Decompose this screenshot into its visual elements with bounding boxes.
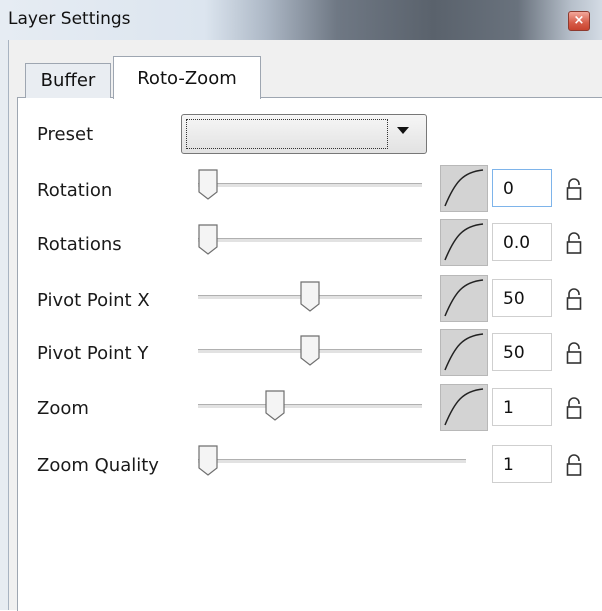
zoom-curve-icon[interactable] [440,384,488,431]
title-bar[interactable]: Layer Settings × [0,0,602,40]
preset-dropdown[interactable] [181,114,427,154]
zoom-quality-slider-thumb[interactable] [198,445,218,476]
pivot-point-x-slider-thumb[interactable] [300,281,320,312]
zoom-quality-value-field[interactable]: 1 [492,445,552,483]
rotations-label: Rotations [37,234,122,255]
window-title: Layer Settings [8,9,131,29]
value-curve-icon [444,223,484,261]
pivot-point-x-label: Pivot Point X [37,290,150,311]
value-curve-icon [444,169,484,207]
chevron-down-icon [397,127,409,134]
zoom-quality-label: Zoom Quality [37,455,159,476]
zoom-quality-lock-icon[interactable] [566,454,582,478]
preset-label: Preset [37,124,94,145]
rotation-slider-track[interactable] [198,183,422,188]
zoom-lock-icon[interactable] [566,397,582,421]
rotations-value-field[interactable]: 0.0 [492,223,552,261]
preset-selected-value [186,119,388,149]
rotation-value-field[interactable]: 0 [492,169,552,207]
rotation-slider-thumb[interactable] [198,169,218,200]
pivot-point-y-slider-thumb[interactable] [300,335,320,366]
zoom-slider-track[interactable] [198,404,422,409]
pivot-point-y-lock-icon[interactable] [566,342,582,366]
pivot-point-x-curve-icon[interactable] [440,275,488,322]
layer-settings-window: Layer Settings × Buffer Roto-Zoom Preset… [0,0,602,611]
pivot-point-y-value-field[interactable]: 50 [492,333,552,371]
rotations-slider-track[interactable] [198,238,422,243]
value-curve-icon [444,279,484,317]
value-curve-icon [444,388,484,426]
tab-roto-zoom[interactable]: Roto-Zoom [113,56,261,99]
window-frame-edge [0,40,9,610]
pivot-point-y-curve-icon[interactable] [440,329,488,376]
rotations-lock-icon[interactable] [566,232,582,256]
rotation-curve-icon[interactable] [440,165,488,212]
zoom-value-field[interactable]: 1 [492,388,552,426]
zoom-slider-thumb[interactable] [265,390,285,421]
rotation-lock-icon[interactable] [566,178,582,202]
close-icon: × [573,13,585,28]
close-button[interactable]: × [568,11,590,31]
value-curve-icon [444,333,484,371]
zoom-label: Zoom [37,398,89,419]
zoom-quality-slider-track[interactable] [198,459,466,464]
rotation-label: Rotation [37,180,113,201]
pivot-point-x-value-field[interactable]: 50 [492,279,552,317]
pivot-point-x-lock-icon[interactable] [566,288,582,312]
pivot-point-y-label: Pivot Point Y [37,343,149,364]
rotations-curve-icon[interactable] [440,219,488,266]
rotations-slider-thumb[interactable] [198,224,218,255]
tab-buffer[interactable]: Buffer [25,63,111,98]
